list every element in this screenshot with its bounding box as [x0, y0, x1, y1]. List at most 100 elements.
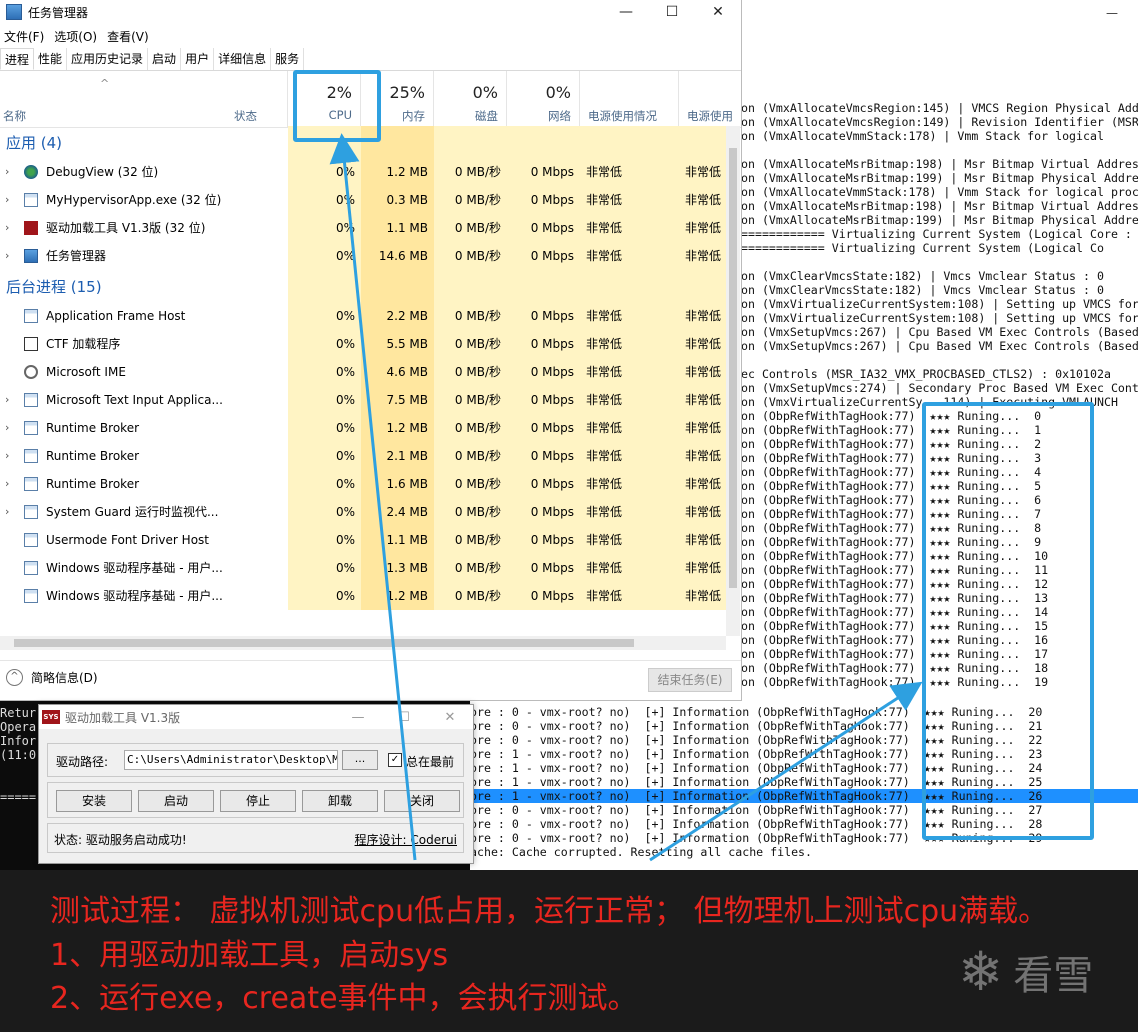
- process-row[interactable]: Windows 驱动程序基础 - 用户... 0% 1.3 MB 0 MB/秒 0 Mb…: [0, 554, 726, 582]
- disk-cell: 0 MB/秒: [434, 582, 507, 610]
- disk-cell: 0 MB/秒: [434, 214, 507, 242]
- process-row[interactable]: › 驱动加载工具 V1.3版 (32 位) 0% 1.1 MB 0 MB/秒 0 Mbps…: [0, 214, 726, 242]
- col-status[interactable]: 状态: [228, 71, 288, 127]
- minimize-button[interactable]: —: [603, 0, 649, 24]
- process-row[interactable]: Windows 驱动程序基础 - 用户... 0% 1.2 MB 0 MB/秒 0 Mb…: [0, 582, 726, 610]
- process-row[interactable]: Application Frame Host 0% 2.2 MB 0 MB/秒 0 Mb…: [0, 302, 726, 330]
- window-title: 任务管理器: [28, 5, 89, 20]
- power-trend-cell: 非常低: [679, 526, 726, 554]
- process-name: DebugView (32 位): [46, 165, 159, 179]
- close-button[interactable]: ✕: [695, 0, 741, 24]
- process-row[interactable]: › DebugView (32 位) 0% 1.2 MB 0 MB/秒 0 Mbps 非常低…: [0, 158, 726, 186]
- menu-options[interactable]: 选项(O): [52, 28, 103, 45]
- process-list-hscroll[interactable]: [0, 636, 726, 650]
- close-tool-button[interactable]: 关闭: [384, 790, 460, 812]
- col-power[interactable]: 电源使用情况: [580, 71, 679, 127]
- log-line: on (VmxAllocateMsrBitmap:198) | Msr Bitm…: [741, 157, 1138, 171]
- power-trend-cell: 非常低: [679, 214, 726, 242]
- process-row[interactable]: › Microsoft Text Input Applica... 0% 7.5 MB…: [0, 386, 726, 414]
- disk-cell: 0 MB/秒: [434, 158, 507, 186]
- topmost-checkbox[interactable]: ✓: [388, 753, 402, 767]
- install-button[interactable]: 安装: [56, 790, 132, 812]
- cpu-cell: 0%: [288, 414, 361, 442]
- app-window-icon: [24, 561, 38, 575]
- log-line: on (VmxClearVmcsState:182) | Vmcs Vmclea…: [741, 269, 1104, 283]
- gear-icon: [24, 365, 38, 379]
- process-row[interactable]: › System Guard 运行时监视代... 0% 2.4 MB 0 MB/秒 0 M…: [0, 498, 726, 526]
- menu-bar: 文件(F) 选项(O) 查看(V): [0, 24, 741, 48]
- process-row[interactable]: › Runtime Broker 0% 1.6 MB 0 MB/秒 0 Mbps 非常低 非常…: [0, 470, 726, 498]
- disk-cell: 0 MB/秒: [434, 330, 507, 358]
- start-button[interactable]: 启动: [138, 790, 214, 812]
- tab-processes[interactable]: 进程: [0, 48, 35, 70]
- power-cell: 非常低: [580, 186, 679, 214]
- driver-path-input[interactable]: C:\Users\Administrator\Desktop\MyH: [124, 750, 338, 770]
- process-row[interactable]: › MyHypervisorApp.exe (32 位) 0% 0.3 MB 0 MB/…: [0, 186, 726, 214]
- network-cell: 0 Mbps: [507, 242, 580, 270]
- process-row[interactable]: › Runtime Broker 0% 1.2 MB 0 MB/秒 0 Mbps 非常低 非常…: [0, 414, 726, 442]
- expand-chevron-icon[interactable]: ›: [5, 158, 9, 186]
- memory-cell: 1.2 MB: [361, 582, 434, 610]
- memory-cell: 14.6 MB: [361, 242, 434, 270]
- status-text: 状态: 驱动服务启动成功!: [54, 833, 187, 847]
- debugview-window-controls[interactable]: —: [1106, 6, 1118, 20]
- process-row[interactable]: › 任务管理器 0% 14.6 MB 0 MB/秒 0 Mbps 非常低 非常低: [0, 242, 726, 270]
- process-row[interactable]: › Runtime Broker 0% 2.1 MB 0 MB/秒 0 Mbps 非常低 非常…: [0, 442, 726, 470]
- log-line: on (VmxAllocateMsrBitmap:199) | Msr Bitm…: [741, 171, 1138, 185]
- process-name: CTF 加载程序: [46, 337, 121, 351]
- expand-chevron-icon[interactable]: ›: [5, 186, 9, 214]
- disk-cell: 0 MB/秒: [434, 302, 507, 330]
- sys-icon: [24, 221, 38, 235]
- expand-chevron-icon[interactable]: ›: [5, 498, 9, 526]
- expand-chevron-icon[interactable]: ›: [5, 470, 9, 498]
- disk-cell: 0 MB/秒: [434, 470, 507, 498]
- power-cell: 非常低: [580, 554, 679, 582]
- process-name: Windows 驱动程序基础 - 用户...: [46, 589, 223, 603]
- cpu-cell: 0%: [288, 498, 361, 526]
- tab-users[interactable]: 用户: [181, 48, 215, 70]
- log-line: on (VmxSetupVmcs:267) | Cpu Based VM Exe…: [741, 339, 1138, 353]
- author-link[interactable]: 程序设计: Coderui: [355, 831, 457, 848]
- log-line: on (VmxAllocateMsrBitmap:199) | Msr Bitm…: [741, 213, 1138, 227]
- tab-details[interactable]: 详细信息: [214, 48, 272, 70]
- tab-app-history[interactable]: 应用历史记录: [67, 48, 149, 70]
- browse-button[interactable]: ...: [342, 750, 378, 770]
- driver-loader-titlebar: SYS 驱动加载工具 V1.3版 — ☐ ✕: [39, 705, 473, 729]
- app-window-icon: [24, 309, 38, 323]
- power-cell: 非常低: [580, 414, 679, 442]
- memory-cell: 1.2 MB: [361, 414, 434, 442]
- expand-chevron-icon[interactable]: ›: [5, 442, 9, 470]
- maximize-button[interactable]: ☐: [381, 705, 427, 729]
- process-row[interactable]: Usermode Font Driver Host 0% 1.1 MB 0 MB/秒 0…: [0, 526, 726, 554]
- process-name: Usermode Font Driver Host: [46, 533, 209, 547]
- memory-cell: 1.2 MB: [361, 158, 434, 186]
- uninstall-button[interactable]: 卸载: [302, 790, 378, 812]
- end-task-button[interactable]: 结束任务(E): [648, 668, 732, 692]
- col-disk[interactable]: 0% 磁盘: [434, 71, 507, 127]
- maximize-button[interactable]: ☐: [649, 0, 695, 24]
- expand-chevron-icon[interactable]: ›: [5, 386, 9, 414]
- process-row[interactable]: CTF 加载程序 0% 5.5 MB 0 MB/秒 0 Mbps 非常低 非常低: [0, 330, 726, 358]
- expand-chevron-icon[interactable]: ›: [5, 414, 9, 442]
- menu-file[interactable]: 文件(F): [2, 28, 50, 45]
- col-network[interactable]: 0% 网络: [507, 71, 580, 127]
- expand-chevron-icon[interactable]: ›: [5, 214, 9, 242]
- tab-services[interactable]: 服务: [271, 48, 305, 70]
- close-button[interactable]: ✕: [427, 705, 473, 729]
- expand-chevron-icon[interactable]: ›: [5, 242, 9, 270]
- tab-startup[interactable]: 启动: [148, 48, 182, 70]
- minimize-icon[interactable]: —: [1106, 6, 1118, 20]
- minimize-button[interactable]: —: [335, 705, 381, 729]
- col-name[interactable]: ^ 名称: [0, 71, 228, 127]
- power-cell: 非常低: [580, 358, 679, 386]
- col-power-trend[interactable]: 电源使用: [679, 71, 741, 127]
- fewer-details-button[interactable]: ^ 简略信息(D): [6, 669, 98, 686]
- app-window-icon: [24, 193, 38, 207]
- stop-button[interactable]: 停止: [220, 790, 296, 812]
- menu-view[interactable]: 查看(V): [105, 28, 155, 45]
- tab-performance[interactable]: 性能: [34, 48, 68, 70]
- process-list-vscroll[interactable]: [726, 126, 740, 636]
- driver-loader-window: SYS 驱动加载工具 V1.3版 — ☐ ✕ 驱动路径: C:\Users\Ad…: [38, 704, 474, 864]
- process-row[interactable]: Microsoft IME 0% 4.6 MB 0 MB/秒 0 Mbps 非常低 非常低: [0, 358, 726, 386]
